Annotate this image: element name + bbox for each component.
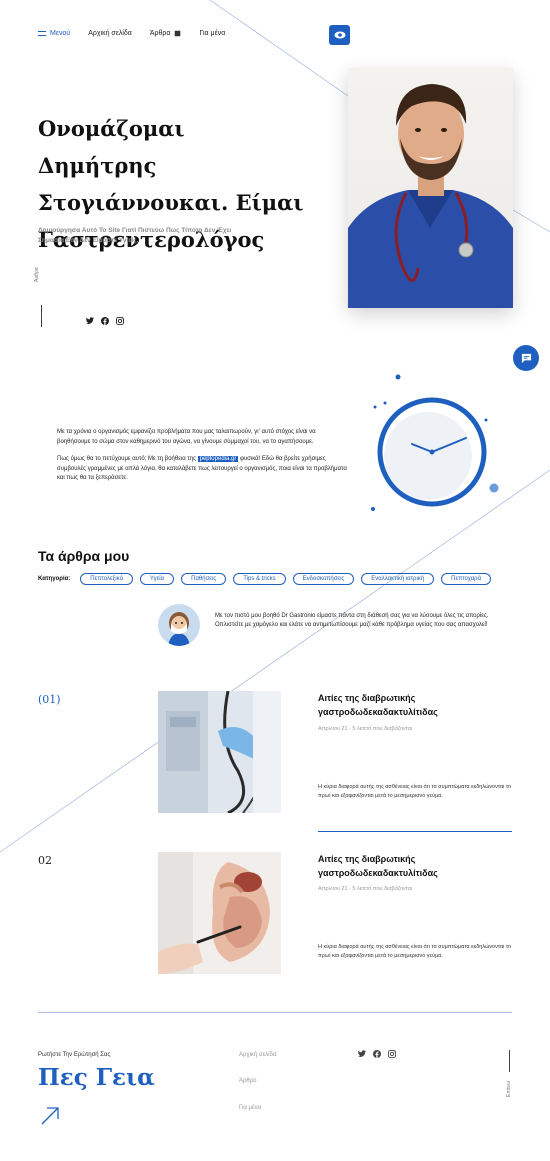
footer-link-home[interactable]: Αρχική σελίδα [239, 1052, 276, 1058]
article-number: (01) [38, 693, 61, 706]
category-chip-peptochara[interactable]: Πεπτοχαρά [441, 573, 492, 585]
category-chip-tips[interactable]: Tips & tricks [233, 573, 286, 585]
intro-p2-start: Πως όμως θα το πετύχουμε αυτό; Με τη βοή… [57, 456, 198, 462]
footer-divider [38, 1012, 512, 1013]
article-title[interactable]: Αιτίες της διαβρωτικής γαστροδωδεκαδακτυ… [318, 691, 518, 719]
article-description: Η κύρια διαφορά αυτής της ασθένειας είνα… [318, 944, 512, 959]
clock-illustration [371, 374, 499, 511]
category-chip-alternative[interactable]: Εναλλακτική ιατρική [361, 573, 435, 585]
peptopedia-link[interactable]: peptopedia.gr [197, 456, 239, 462]
side-articles-link[interactable]: Άρθρα [34, 267, 40, 282]
article-thumbnail[interactable] [158, 691, 281, 813]
article-title[interactable]: Αιτίες της διαβρωτικής γαστροδωδεκαδακτυ… [318, 852, 518, 880]
category-chip-health[interactable]: Υγεία [139, 573, 175, 585]
back-to-top-line [509, 1050, 510, 1072]
twitter-icon[interactable] [86, 317, 94, 327]
category-chip-conditions[interactable]: Παθήσεις [181, 573, 227, 585]
article-divider [318, 831, 512, 832]
eye-icon [334, 31, 345, 39]
facebook-icon[interactable] [101, 317, 109, 327]
side-line [41, 305, 42, 327]
category-chip-lexicon[interactable]: Πεπτολεξικό [80, 573, 133, 585]
social-links [86, 317, 124, 327]
hero-subtitle: Δημιούργησα Αυτό Το Site Γιατί Πιστεύω Π… [38, 227, 232, 244]
back-to-top-link[interactable]: Επάνω [506, 1081, 512, 1097]
assistant-text: Με τον πιστό μου βοηθό Dr Gastronio είμα… [215, 613, 489, 628]
instagram-icon[interactable] [388, 1050, 396, 1060]
accessibility-button[interactable] [329, 25, 350, 45]
chat-icon [521, 353, 531, 363]
article-number: 02 [38, 854, 52, 867]
arrow-up-right-icon[interactable] [40, 1106, 60, 1126]
say-hello-link[interactable]: Πες Γεια [38, 1064, 155, 1091]
article-thumbnail[interactable] [158, 852, 281, 974]
footer-link-articles[interactable]: Άρθρο [239, 1078, 257, 1084]
facebook-icon[interactable] [373, 1050, 381, 1060]
intro-paragraph-2: Πως όμως θα το πετύχουμε αυτό; Με τη βοή… [57, 455, 347, 484]
articles-heading: Τα άρθρα μου [38, 548, 130, 564]
nav-about-label: Για μένα [199, 30, 226, 37]
chat-button[interactable] [513, 345, 539, 371]
nav-link-home[interactable]: Αρχική σελίδα [88, 30, 132, 37]
book-icon [175, 30, 181, 37]
footer-link-about[interactable]: Για μένα [239, 1105, 261, 1111]
menu-label: Μενού [50, 30, 71, 37]
article-meta: Απριλίου 21 · 5 λεπτά που διαβάζονται [318, 886, 413, 892]
intro-paragraph-1: Με τα χρόνια ο οργανισμός εμφανίζει προβ… [57, 429, 316, 445]
menu-button[interactable]: Μενού [38, 30, 70, 37]
nav-home-label: Αρχική σελίδα [88, 30, 132, 37]
hamburger-icon [38, 31, 46, 36]
intro-text: Με τα χρόνια ο οργανισμός εμφανίζει προβ… [57, 428, 347, 492]
instagram-icon[interactable] [116, 317, 124, 327]
top-nav: Μενού Αρχική σελίδα Άρθρα Για μένα [38, 30, 243, 37]
nav-link-about[interactable]: Για μένα [199, 30, 225, 37]
ask-question-label: Ρωτήστε Την Ερώτησή Σας [38, 1052, 111, 1058]
assistant-avatar [158, 604, 200, 646]
category-chip-endoscopy[interactable]: Ενδοσκοπήσεις [292, 573, 355, 585]
article-description: Η κύρια διαφορά αυτής της ασθένειας είνα… [318, 784, 512, 799]
article-meta: Απριλίου 21 · 5 λεπτά που διαβάζονται [318, 726, 413, 732]
nav-articles-label: Άρθρα [149, 30, 171, 37]
twitter-icon[interactable] [358, 1050, 366, 1060]
category-label: Κατηγορία: [38, 576, 71, 582]
footer-social-links [358, 1050, 396, 1060]
category-filter: Κατηγορία: Πεπτολεξικό Υγεία Παθήσεις Ti… [38, 573, 498, 585]
nav-link-articles[interactable]: Άρθρα [150, 30, 182, 37]
doctor-photo [348, 68, 513, 308]
